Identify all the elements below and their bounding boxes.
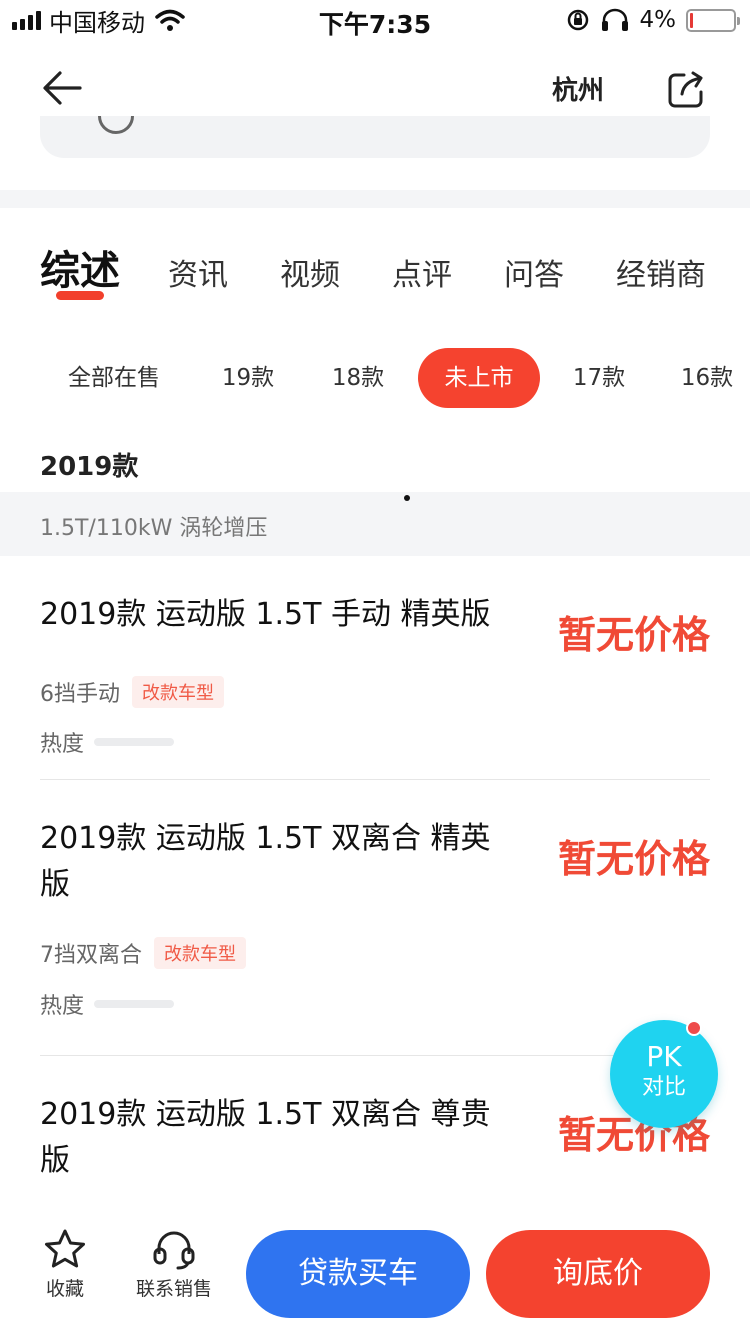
battery-icon xyxy=(686,8,740,32)
filter-16[interactable]: 16款 xyxy=(668,348,746,408)
tab-news[interactable]: 资讯 xyxy=(168,250,228,294)
heat-indicator: 热度 xyxy=(40,726,175,758)
notification-dot xyxy=(686,1020,702,1036)
filter-upcoming[interactable]: 未上市 xyxy=(418,348,540,408)
pk-compare-button[interactable]: PK 对比 xyxy=(610,1020,718,1128)
pk-label: PK xyxy=(646,1040,682,1073)
pk-compare-label: 对比 xyxy=(641,1075,686,1100)
section-divider xyxy=(0,190,750,208)
loan-purchase-button[interactable]: 贷款买车 xyxy=(246,1230,470,1318)
tab-videos[interactable]: 视频 xyxy=(280,250,340,294)
back-button[interactable] xyxy=(36,66,88,110)
battery-percent: 4% xyxy=(639,7,677,33)
filter-18[interactable]: 18款 xyxy=(318,348,398,408)
tab-overview[interactable]: 综述 xyxy=(40,238,120,296)
headphones-icon xyxy=(601,8,628,31)
list-divider xyxy=(40,779,710,780)
section-tabs: 综述 资讯 视频 点评 问答 经销商 xyxy=(0,236,750,316)
year-heading: 2019款 xyxy=(40,452,139,482)
headset-icon xyxy=(153,1231,195,1270)
model-tag: 改款车型 xyxy=(154,937,246,969)
search-card-peek xyxy=(40,116,710,158)
filter-19[interactable]: 19款 xyxy=(208,348,288,408)
tab-active-indicator xyxy=(56,291,104,300)
car-name: 2019款 运动版 1.5T 双离合 精英版 xyxy=(40,821,491,902)
filter-17[interactable]: 17款 xyxy=(560,348,638,408)
star-icon xyxy=(45,1229,85,1268)
tab-reviews[interactable]: 点评 xyxy=(392,250,452,294)
transmission: 6挡手动 xyxy=(40,682,120,707)
rotation-lock-icon xyxy=(567,9,588,31)
heat-bar xyxy=(94,738,175,746)
search-icon xyxy=(98,116,134,134)
battery-level xyxy=(690,12,693,28)
share-button[interactable] xyxy=(664,68,708,112)
engine-group-header: 1.5T/110kW 涡轮增压 xyxy=(0,492,750,556)
heat-indicator: 热度 xyxy=(40,988,175,1020)
heat-bar xyxy=(94,1000,175,1008)
engine-spec: 1.5T/110kW 涡轮增压 xyxy=(40,516,268,541)
heat-label: 热度 xyxy=(40,994,85,1019)
car-meta: 6挡手动 改款车型 xyxy=(40,676,224,708)
bottom-action-bar: 收藏 联系销售 贷款买车 询底价 xyxy=(0,1214,750,1334)
heat-label: 热度 xyxy=(40,732,85,757)
status-bar: 中国移动 下午7:35 4% xyxy=(0,0,750,40)
year-filter: 全部在售 19款 18款 未上市 17款 16款 xyxy=(0,348,750,408)
dot-marker xyxy=(404,495,410,501)
inquire-price-button[interactable]: 询底价 xyxy=(486,1230,710,1318)
favorite-button[interactable]: 收藏 xyxy=(30,1228,100,1301)
car-list-item[interactable]: 2019款 运动版 1.5T 双离合 尊贵版 暂无价格 xyxy=(40,1092,710,1212)
favorite-label: 收藏 xyxy=(45,1278,84,1300)
arrow-left-icon xyxy=(43,71,82,105)
contact-sales-button[interactable]: 联系销售 xyxy=(130,1228,218,1301)
car-name: 2019款 运动版 1.5T 双离合 尊贵版 xyxy=(40,1097,491,1178)
car-meta: 7挡双离合 改款车型 xyxy=(40,937,246,969)
car-list-item[interactable]: 2019款 运动版 1.5T 双离合 精英版 暂无价格 7挡双离合 改款车型 热… xyxy=(40,816,710,1026)
tab-dealers[interactable]: 经销商 xyxy=(616,250,706,294)
share-icon xyxy=(668,71,703,108)
filter-all-on-sale[interactable]: 全部在售 xyxy=(54,348,174,408)
car-price[interactable]: 暂无价格 xyxy=(558,828,710,883)
transmission: 7挡双离合 xyxy=(40,943,142,968)
car-name: 2019款 运动版 1.5T 手动 精英版 xyxy=(40,597,491,632)
contact-sales-label: 联系销售 xyxy=(135,1278,212,1300)
car-list-item[interactable]: 2019款 运动版 1.5T 手动 精英版 暂无价格 6挡手动 改款车型 热度 xyxy=(40,592,710,762)
car-price[interactable]: 暂无价格 xyxy=(558,604,710,659)
status-right: 4% xyxy=(566,6,740,34)
tab-qa[interactable]: 问答 xyxy=(504,250,564,294)
city-selector[interactable]: 杭州 xyxy=(530,70,626,107)
car-series-page: 中国移动 下午7:35 4% 杭州 综述 资讯 视频 点评 问答 经销商 全部在… xyxy=(0,0,750,1334)
model-tag: 改款车型 xyxy=(132,676,224,708)
